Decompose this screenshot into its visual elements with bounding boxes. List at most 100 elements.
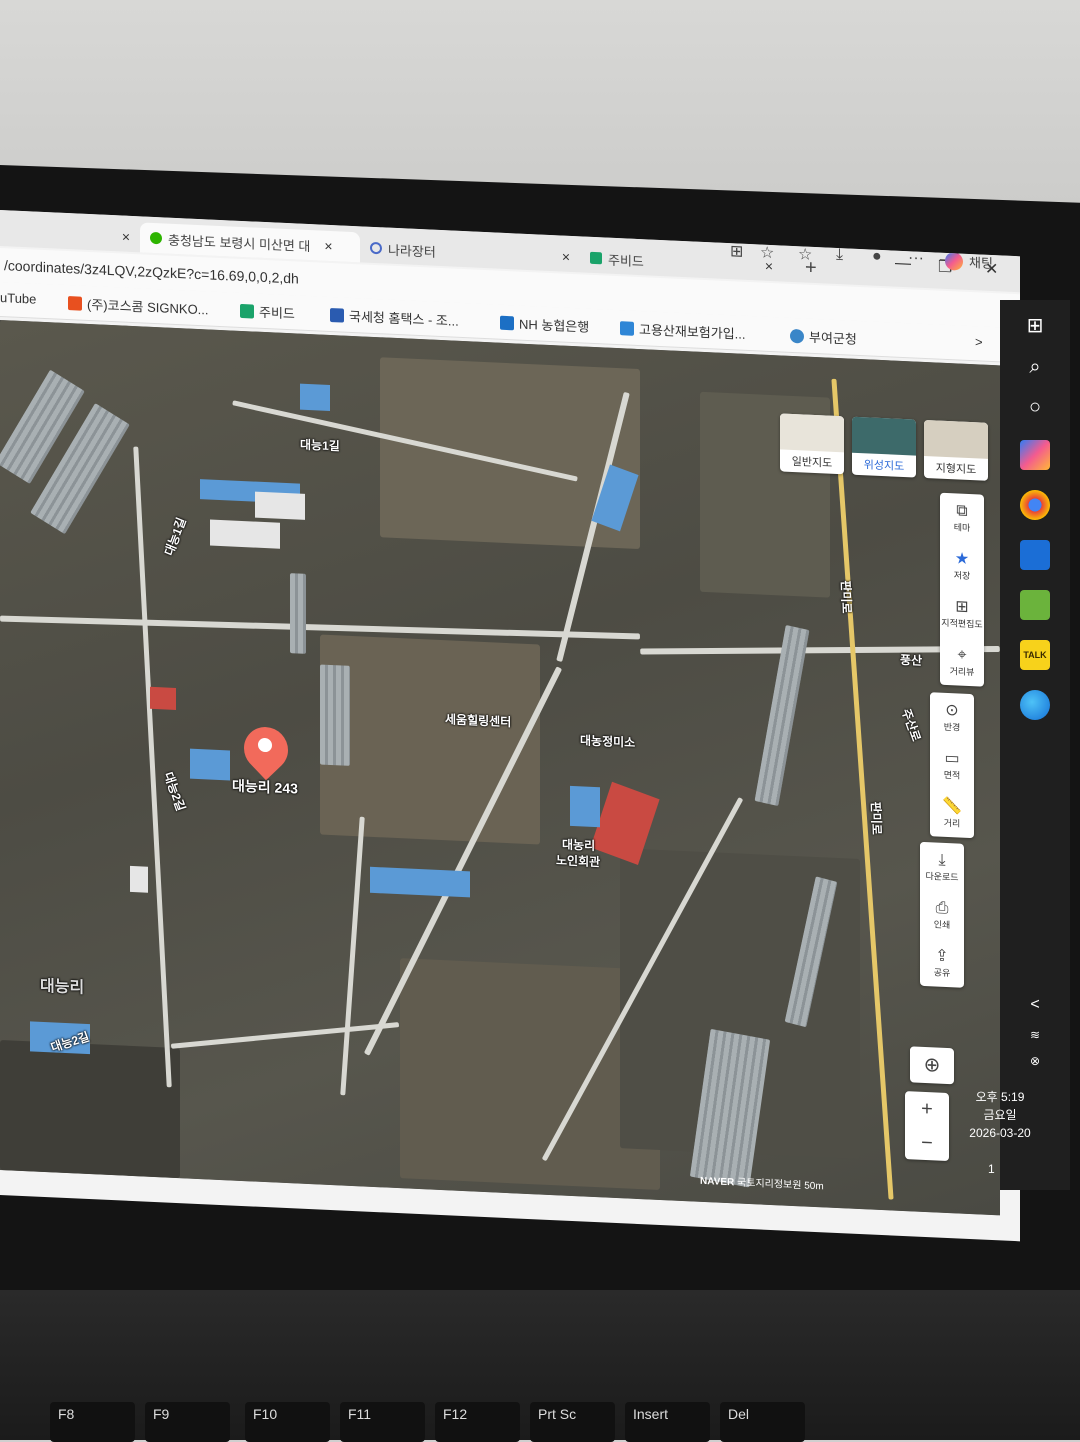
windows-taskbar: ⊞ ⌕ ○ TALK < ≋ ⊗ xyxy=(1000,300,1070,1190)
bookmarks-chevron[interactable]: > xyxy=(975,334,983,349)
copilot-icon[interactable] xyxy=(1020,440,1050,470)
download-button[interactable]: ⤓ 다운로드 xyxy=(920,842,964,892)
map-pin-icon xyxy=(150,231,162,245)
building xyxy=(130,865,148,893)
scale-label: 50m xyxy=(804,1180,824,1193)
naver-logo: NAVER xyxy=(700,1175,735,1189)
cadastral-button[interactable]: ⊞ 지적편집도 xyxy=(940,589,984,639)
taskbar-chevron[interactable]: < xyxy=(1020,990,1050,1020)
building xyxy=(150,686,176,710)
bookmark-youtube[interactable]: uTube xyxy=(0,290,36,307)
search-icon[interactable]: ⌕ xyxy=(1020,352,1050,382)
key-f12: F12 xyxy=(435,1402,520,1442)
tool-label: 면적 xyxy=(943,769,961,781)
naratender-icon xyxy=(370,241,382,255)
system-clock[interactable]: 오후 5:19 금요일 2026-03-20 xyxy=(960,1088,1040,1142)
ruler-icon: 📏 xyxy=(942,797,962,816)
koscom-icon xyxy=(68,295,82,311)
building xyxy=(255,491,305,520)
tool-label: 인쇄 xyxy=(933,918,951,930)
jubid-icon xyxy=(240,303,254,319)
streetview-button[interactable]: ⌖ 거리뷰 xyxy=(940,637,984,687)
building xyxy=(210,519,280,549)
road-label: 판미로 xyxy=(838,580,854,614)
copilot-chat-button[interactable]: 채팅 xyxy=(945,251,993,272)
maptype-satellite[interactable]: 위성지도 xyxy=(852,416,916,478)
theme-button[interactable]: ⧉ 테마 xyxy=(940,493,984,543)
distance-button[interactable]: 📏 거리 xyxy=(930,788,974,838)
bookmark-nh[interactable]: NH 농협은행 xyxy=(500,313,589,336)
field-patch xyxy=(0,1040,180,1179)
tool-label: 공유 xyxy=(933,966,951,978)
road-label: 대능1길 xyxy=(300,437,340,454)
poi-label[interactable]: 세움힐링센터 xyxy=(445,710,511,730)
tool-label: 거리 xyxy=(943,817,961,829)
task-view-icon[interactable]: ○ xyxy=(1020,392,1050,422)
app-icon[interactable] xyxy=(1020,590,1050,620)
bookmark-koscom[interactable]: (주)코스콤 SIGNKO... xyxy=(68,293,209,318)
bookmark-jubid[interactable]: 주비드 xyxy=(240,301,295,322)
maptype-terrain[interactable]: 지형지도 xyxy=(924,419,988,481)
field-patch xyxy=(320,634,540,845)
edge-icon[interactable] xyxy=(1020,690,1050,720)
save-button[interactable]: ★ 저장 xyxy=(940,541,984,591)
bookmark-hometax[interactable]: 국세청 홈택스 - 조... xyxy=(330,305,459,330)
clock-date: 2026-03-20 xyxy=(969,1126,1031,1140)
laptop-keyboard: F8 F9 F10 F11 F12 Prt Sc Insert Del xyxy=(0,1290,1080,1442)
windows-start-icon[interactable]: ⊞ xyxy=(1020,310,1050,340)
print-button[interactable]: ⎙ 인쇄 xyxy=(920,890,964,940)
poi-label[interactable]: 대농정미소 xyxy=(580,731,635,751)
share-button[interactable]: ⇪ 공유 xyxy=(920,938,964,988)
key-f8: F8 xyxy=(50,1402,135,1442)
chrome-icon[interactable] xyxy=(1020,490,1050,520)
favorite-star-icon[interactable]: ☆ xyxy=(760,243,774,264)
bookmark-label: 부여군청 xyxy=(809,329,857,347)
star-icon: ★ xyxy=(954,549,970,568)
bookmark-label: uTube xyxy=(0,290,37,307)
bookmark-insurance[interactable]: 고용산재보험가입... xyxy=(620,318,746,343)
bookmark-label: NH 농협은행 xyxy=(519,316,590,335)
more-menu[interactable]: ··· xyxy=(908,249,924,268)
split-screen-icon[interactable]: ⊞ xyxy=(730,241,743,262)
satellite-map[interactable]: 대능1길 대능1길 대능2길 대능2길 판미로 판미로 풍산 주산로 대능리 세… xyxy=(0,320,1000,1216)
poi-label[interactable]: 노인회관 xyxy=(556,851,600,870)
location-marker-dot xyxy=(258,737,272,753)
tab-1[interactable]: × xyxy=(0,216,130,252)
bookmark-label: 주비드 xyxy=(259,304,295,322)
tool-label: 거리뷰 xyxy=(949,665,975,677)
buyeo-icon xyxy=(790,328,804,344)
zoom-in-button[interactable]: + xyxy=(905,1091,949,1127)
tool-label: 지적편집도 xyxy=(941,617,983,630)
tool-panel-export: ⤓ 다운로드 ⎙ 인쇄 ⇪ 공유 xyxy=(920,841,964,988)
satellite-map-thumbnail xyxy=(852,416,916,456)
close-notification-icon[interactable]: ⊗ xyxy=(1020,1046,1050,1076)
area-button[interactable]: ▭ 면적 xyxy=(930,740,974,790)
close-icon[interactable]: × xyxy=(122,229,130,245)
copilot-icon xyxy=(945,251,963,271)
chat-label: 채팅 xyxy=(969,255,993,272)
close-icon[interactable]: × xyxy=(324,238,332,254)
profile-avatar-icon[interactable]: ● xyxy=(872,248,882,266)
app-icon[interactable] xyxy=(1020,540,1050,570)
streetview-icon: ⌖ xyxy=(957,645,967,664)
close-icon[interactable]: × xyxy=(562,249,570,265)
zoom-out-button[interactable]: − xyxy=(905,1125,949,1161)
road-label: 풍산 xyxy=(900,652,923,668)
maptype-normal[interactable]: 일반지도 xyxy=(780,413,844,475)
bookmark-label: 국세청 홈택스 - 조... xyxy=(349,308,459,329)
normal-map-thumbnail xyxy=(780,413,844,453)
tab-label: 나라장터 xyxy=(387,242,436,260)
clock-time: 오후 5:19 xyxy=(975,1090,1025,1104)
notification-icon[interactable]: 1 xyxy=(988,1162,995,1176)
building xyxy=(190,748,230,781)
bookmark-buyeo[interactable]: 부여군청 xyxy=(790,326,857,348)
key-f11: F11 xyxy=(340,1402,425,1442)
area-icon: ▭ xyxy=(944,749,960,768)
nh-bank-icon xyxy=(500,315,514,330)
favorites-list-icon[interactable]: ☆ xyxy=(798,244,812,265)
download-icon[interactable]: ⤓ xyxy=(836,246,843,264)
kakaotalk-icon[interactable]: TALK xyxy=(1020,640,1050,670)
my-location-button[interactable]: ⊕ xyxy=(910,1046,954,1085)
radius-button[interactable]: ⊙ 반경 xyxy=(930,692,974,742)
share-icon: ⇪ xyxy=(935,946,949,965)
